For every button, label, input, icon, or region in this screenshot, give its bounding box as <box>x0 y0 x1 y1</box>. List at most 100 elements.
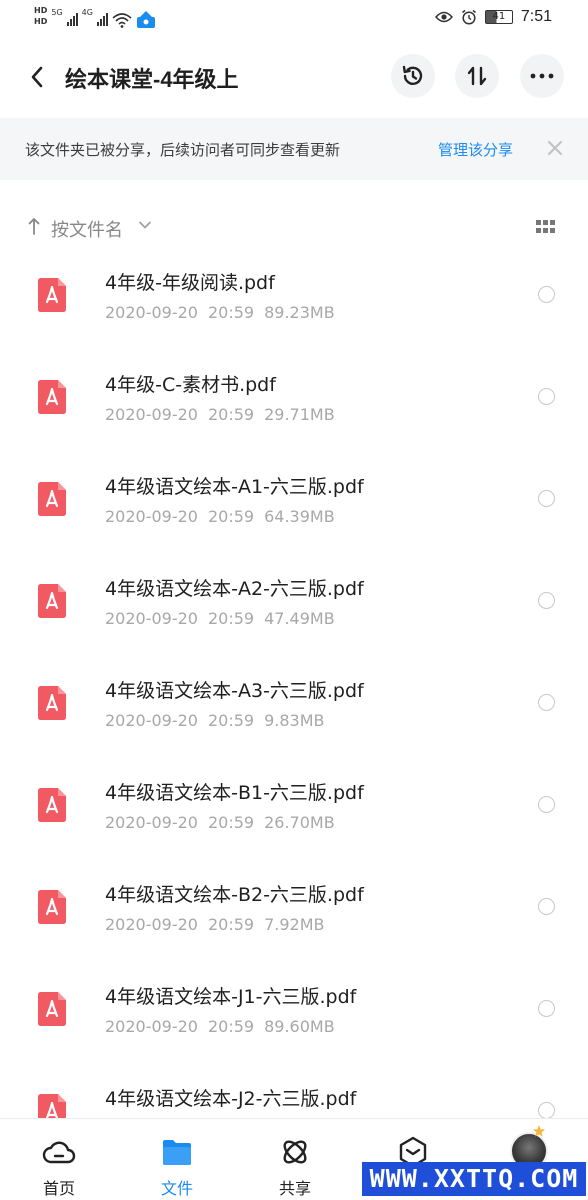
eye-icon <box>434 11 453 23</box>
pdf-file-icon <box>38 992 66 1026</box>
file-meta: 2020-09-20 20:59 64.39MB <box>105 507 335 526</box>
file-name: 4年级语文绘本-A2-六三版.pdf <box>105 578 364 600</box>
select-radio[interactable] <box>538 898 555 915</box>
header: 绘本课堂-4年级上 <box>0 52 588 102</box>
cloud-icon <box>42 1141 76 1164</box>
star-badge-icon <box>533 1125 545 1137</box>
file-date: 2020-09-20 <box>105 915 198 934</box>
pdf-file-icon <box>38 482 66 516</box>
file-name: 4年级语文绘本-A1-六三版.pdf <box>105 476 364 498</box>
network-4g-label: 4G <box>81 8 93 17</box>
pdf-file-icon <box>38 380 66 414</box>
page-title: 绘本课堂-4年级上 <box>65 67 239 92</box>
battery-level: 41 <box>492 11 506 22</box>
back-button[interactable] <box>22 60 52 94</box>
status-right: 41 7:51 <box>434 8 552 26</box>
nav-home[interactable]: 首页 <box>0 1119 118 1200</box>
pdf-file-icon <box>38 686 66 720</box>
history-icon <box>402 65 423 85</box>
file-date: 2020-09-20 <box>105 303 198 322</box>
manage-share-link[interactable]: 管理该分享 <box>438 139 513 160</box>
signal-icon <box>96 12 108 26</box>
file-name: 4年级语文绘本-J1-六三版.pdf <box>105 986 357 1008</box>
file-date: 2020-09-20 <box>105 1017 198 1036</box>
hd-tag: HD <box>34 6 48 15</box>
select-radio[interactable] <box>538 1102 555 1119</box>
select-radio[interactable] <box>538 694 555 711</box>
list-item[interactable]: 4年级语文绘本-B2-六三版.pdf 2020-09-20 20:59 7.92MB <box>0 862 588 964</box>
file-meta: 2020-09-20 20:59 26.70MB <box>105 813 335 832</box>
status-left: HD HD 5G 4G <box>34 4 156 34</box>
swap-vertical-icon <box>467 66 487 86</box>
file-name: 4年级-C-素材书.pdf <box>105 374 276 396</box>
select-radio[interactable] <box>538 592 555 609</box>
chevron-down-icon[interactable] <box>138 220 152 230</box>
watermark: WWW.XXTTQ.COM <box>362 1162 586 1196</box>
pdf-file-icon <box>38 788 66 822</box>
select-radio[interactable] <box>538 1000 555 1017</box>
list-item[interactable]: 4年级语文绘本-B1-六三版.pdf 2020-09-20 20:59 26.70M… <box>0 760 588 862</box>
grid-view-icon[interactable] <box>536 220 556 234</box>
more-horizontal-icon <box>530 73 554 79</box>
share-message: 该文件夹已被分享，后续访问者可同步查看更新 <box>25 141 341 159</box>
list-item[interactable]: 4年级-C-素材书.pdf 2020-09-20 20:59 29.71MB <box>0 352 588 454</box>
chevron-left-icon <box>31 66 43 88</box>
signal-icon <box>66 12 78 26</box>
file-size: 64.39MB <box>264 507 335 526</box>
select-radio[interactable] <box>538 286 555 303</box>
file-size: 29.71MB <box>264 405 335 424</box>
close-icon[interactable] <box>543 136 567 160</box>
network-5g-label: 5G <box>51 8 63 17</box>
select-radio[interactable] <box>538 796 555 813</box>
clock: 7:51 <box>520 8 552 25</box>
file-date: 2020-09-20 <box>105 507 198 526</box>
history-button[interactable] <box>391 54 435 98</box>
file-meta: 2020-09-20 20:59 89.23MB <box>105 303 335 322</box>
nav-label: 文件 <box>160 1179 193 1198</box>
list-item[interactable]: 4年级语文绘本-A3-六三版.pdf 2020-09-20 20:59 9.83MB <box>0 658 588 760</box>
select-radio[interactable] <box>538 388 555 405</box>
file-date: 2020-09-20 <box>105 405 198 424</box>
file-time: 20:59 <box>207 915 255 934</box>
sort-row: 按文件名 <box>0 210 588 244</box>
file-name: 4年级语文绘本-J2-六三版.pdf <box>105 1088 357 1110</box>
file-size: 7.92MB <box>264 915 325 934</box>
file-time: 20:59 <box>207 303 255 322</box>
folder-icon <box>163 1140 191 1165</box>
pdf-file-icon <box>38 890 66 924</box>
arrow-up-icon[interactable] <box>28 217 40 235</box>
select-radio[interactable] <box>538 490 555 507</box>
nav-files[interactable]: 文件 <box>118 1119 236 1200</box>
sort-toggle-button[interactable] <box>455 54 499 98</box>
list-item[interactable]: 4年级语文绘本-J1-六三版.pdf 2020-09-20 20:59 89.60M… <box>0 964 588 1066</box>
file-meta: 2020-09-20 20:59 47.49MB <box>105 609 335 628</box>
file-time: 20:59 <box>207 1017 255 1036</box>
pdf-file-icon <box>38 278 66 312</box>
file-size: 89.60MB <box>264 1017 335 1036</box>
share-orbit-icon <box>283 1140 307 1164</box>
file-meta: 2020-09-20 20:59 89.60MB <box>105 1017 335 1036</box>
pdf-file-icon <box>38 584 66 618</box>
hd-tag: HD <box>34 17 48 26</box>
file-date: 2020-09-20 <box>105 711 198 730</box>
file-time: 20:59 <box>207 813 255 832</box>
battery-icon: 41 <box>484 10 513 24</box>
nav-share[interactable]: 共享 <box>236 1119 354 1200</box>
file-size: 89.23MB <box>264 303 335 322</box>
list-item[interactable]: 4年级语文绘本-A2-六三版.pdf 2020-09-20 20:59 47.49M… <box>0 556 588 658</box>
alarm-icon <box>461 9 476 25</box>
status-bar: HD HD 5G 4G 41 7:51 <box>0 0 588 36</box>
more-button[interactable] <box>520 54 564 98</box>
file-name: 4年级语文绘本-B2-六三版.pdf <box>105 884 364 906</box>
nav-label: 共享 <box>278 1179 311 1198</box>
file-name: 4年级语文绘本-A3-六三版.pdf <box>105 680 364 702</box>
file-name: 4年级-年级阅读.pdf <box>105 272 275 294</box>
list-item[interactable]: 4年级-年级阅读.pdf 2020-09-20 20:59 89.23MB <box>0 250 588 352</box>
file-list: 4年级-年级阅读.pdf 2020-09-20 20:59 89.23MB 4年级-… <box>0 250 588 1168</box>
list-item[interactable]: 4年级语文绘本-A1-六三版.pdf 2020-09-20 20:59 64.39M… <box>0 454 588 556</box>
nav-label: 首页 <box>42 1179 75 1198</box>
file-meta: 2020-09-20 20:59 9.83MB <box>105 711 325 730</box>
sort-by-name-button[interactable]: 按文件名 <box>51 216 123 242</box>
file-size: 47.49MB <box>264 609 335 628</box>
file-time: 20:59 <box>207 711 255 730</box>
